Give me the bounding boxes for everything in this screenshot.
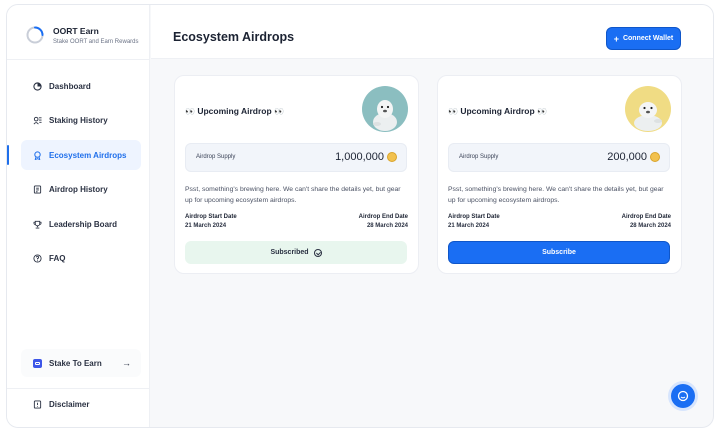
- airdrop-card: 👀 Upcoming Airdrop 👀 Airdrop Supply 200,…: [437, 75, 682, 274]
- seal-avatar: [362, 86, 408, 132]
- page-title: Ecosystem Airdrops: [173, 30, 295, 44]
- seal-avatar: [625, 86, 671, 132]
- arrow-right-icon: →: [122, 358, 131, 368]
- eyes-icon: 👀: [185, 107, 195, 116]
- end-date-value: 28 March 2024: [366, 223, 408, 229]
- divider: [7, 388, 150, 389]
- check-circle-icon: [313, 248, 322, 257]
- end-date-label: Airdrop End Date: [621, 214, 671, 220]
- seal-mascot-icon: [625, 86, 671, 132]
- supply-value: 1,000,000: [335, 151, 384, 163]
- start-date-label: Airdrop Start Date: [448, 214, 500, 220]
- supply-label: Airdrop Supply: [459, 154, 499, 160]
- brand[interactable]: OORT Earn Stake OORT and Earn Rewards: [25, 25, 139, 45]
- sidebar-item-label: FAQ: [49, 254, 66, 263]
- sidebar-item-faq[interactable]: FAQ: [21, 244, 141, 274]
- connect-wallet-label: Connect Wallet: [622, 35, 674, 42]
- stake-to-earn-button[interactable]: Stake To Earn →: [21, 349, 141, 377]
- trophy-icon: [33, 220, 42, 229]
- subscribed-label: Subscribed: [270, 249, 309, 256]
- sidebar-item-label: Ecosystem Airdrops: [49, 150, 127, 160]
- sidebar: OORT Earn Stake OORT and Earn Rewards Da…: [7, 5, 150, 427]
- coin-icon: [387, 152, 397, 162]
- sidebar-item-label: Dashboard: [49, 81, 91, 91]
- sidebar-item-airdrop-history[interactable]: Airdrop History: [21, 175, 141, 205]
- subscribed-button[interactable]: Subscribed: [185, 241, 407, 264]
- disclaimer-link[interactable]: Disclaimer: [33, 395, 89, 413]
- sidebar-item-label: Staking History: [49, 116, 108, 125]
- sidebar-item-dashboard[interactable]: Dashboard: [21, 71, 141, 101]
- disclaimer-label: Disclaimer: [49, 399, 90, 409]
- card-title: 👀 Upcoming Airdrop 👀: [448, 106, 547, 116]
- staking-history-icon: [33, 116, 42, 125]
- eyes-icon: 👀: [448, 107, 458, 116]
- wallet-icon: [33, 358, 42, 368]
- active-indicator: [7, 145, 9, 165]
- airdrop-supply-box: Airdrop Supply 1,000,000: [185, 143, 407, 172]
- oort-logo-icon: [26, 26, 44, 44]
- start-date-label: Airdrop Start Date: [185, 214, 237, 220]
- app-name: OORT Earn: [53, 25, 99, 36]
- supply-value: 200,000: [607, 151, 647, 163]
- card-description: Psst, something's brewing here. We can't…: [185, 186, 401, 204]
- sidebar-nav: Dashboard Staking History Ecosystem Aird…: [7, 71, 141, 278]
- card-title: 👀 Upcoming Airdrop 👀: [185, 106, 284, 116]
- airdrop-supply-box: Airdrop Supply 200,000: [448, 143, 670, 172]
- document-icon: [33, 399, 42, 409]
- end-date-value: 28 March 2024: [629, 223, 671, 229]
- divider: [7, 59, 150, 60]
- sidebar-item-staking-history[interactable]: Staking History: [21, 106, 141, 136]
- subscribe-label: Subscribe: [542, 249, 576, 256]
- connect-wallet-button[interactable]: + Connect Wallet: [606, 27, 681, 50]
- card-description: Psst, something's brewing here. We can't…: [448, 186, 664, 204]
- sidebar-item-label: Leadership Board: [49, 219, 118, 229]
- subscribe-button[interactable]: Subscribe: [448, 241, 670, 264]
- airdrop-card: 👀 Upcoming Airdrop 👀 Airdrop Supply 1,00…: [174, 75, 419, 274]
- eyes-icon: 👀: [274, 107, 284, 116]
- app-tagline: Stake OORT and Earn Rewards: [53, 38, 139, 45]
- chat-icon: [677, 390, 689, 402]
- card-title-text: Upcoming Airdrop: [460, 106, 535, 116]
- seal-mascot-icon: [362, 86, 408, 132]
- start-date-value: 21 March 2024: [185, 223, 227, 229]
- end-date-label: Airdrop End Date: [358, 214, 408, 220]
- coin-icon: [650, 152, 660, 162]
- eyes-icon: 👀: [537, 107, 547, 116]
- sidebar-item-label: Airdrop History: [49, 185, 108, 194]
- chat-support-button[interactable]: [671, 384, 695, 408]
- app-frame: OORT Earn Stake OORT and Earn Rewards Da…: [6, 4, 714, 428]
- top-header: Ecosystem Airdrops + Connect Wallet: [151, 5, 713, 59]
- question-icon: [33, 254, 42, 263]
- sidebar-item-ecosystem-airdrops[interactable]: Ecosystem Airdrops: [7, 140, 141, 170]
- supply-label: Airdrop Supply: [196, 154, 236, 160]
- start-date-value: 21 March 2024: [448, 223, 490, 229]
- card-title-text: Upcoming Airdrop: [197, 106, 272, 116]
- plus-icon: +: [613, 33, 619, 44]
- airdrop-icon: [34, 150, 41, 160]
- sidebar-item-leadership-board[interactable]: Leadership Board: [21, 209, 141, 239]
- airdrop-history-icon: [33, 185, 42, 194]
- stake-label: Stake To Earn: [49, 358, 102, 368]
- dashboard-icon: [33, 81, 42, 91]
